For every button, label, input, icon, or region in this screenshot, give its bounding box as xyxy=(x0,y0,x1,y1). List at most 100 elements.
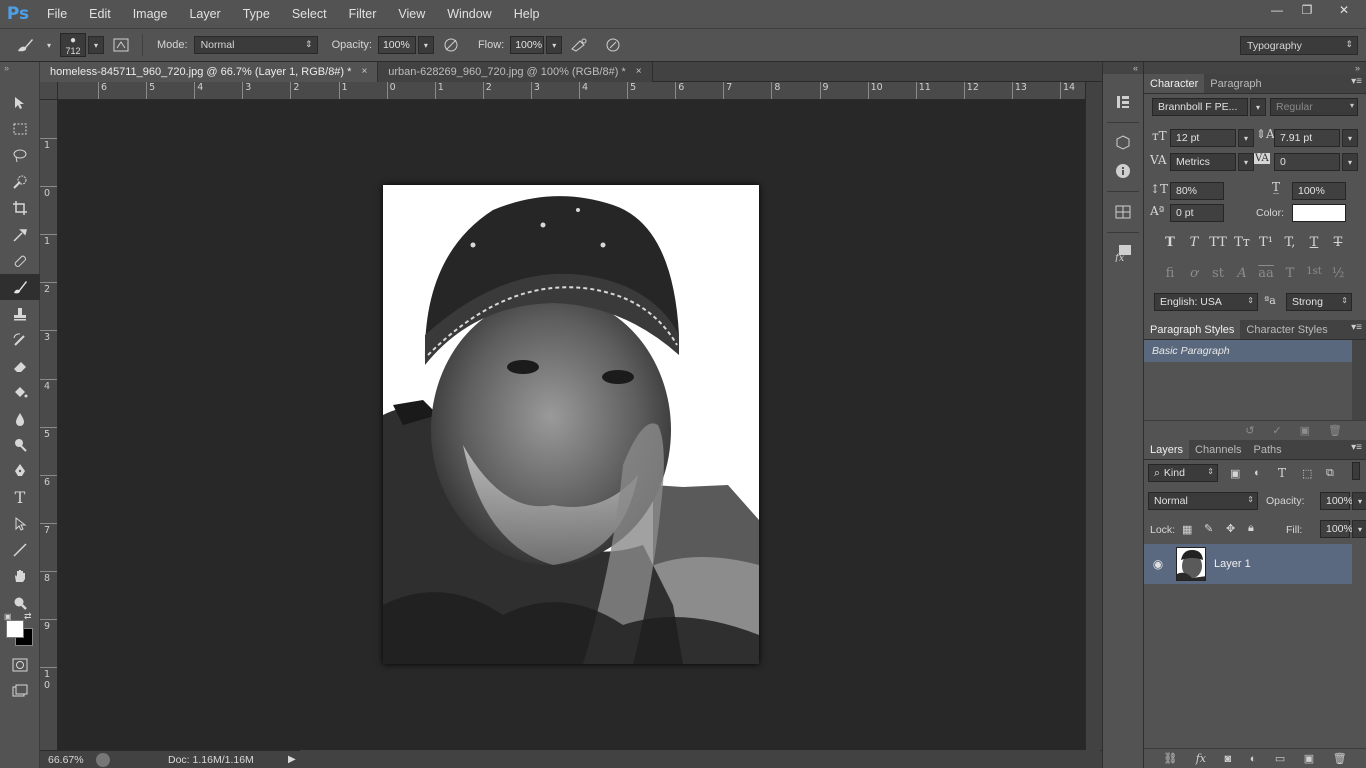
menu-layer[interactable]: Layer xyxy=(178,0,231,28)
close-tab-icon[interactable]: × xyxy=(361,62,367,82)
underline-button[interactable]: T xyxy=(1302,235,1326,250)
marquee-tool-icon[interactable] xyxy=(0,116,40,142)
status-menu-arrow-icon[interactable]: ▶ xyxy=(288,754,296,765)
history-brush-tool-icon[interactable] xyxy=(0,327,40,353)
line-tool-icon[interactable] xyxy=(0,537,40,563)
faux-italic-button[interactable]: T xyxy=(1182,235,1206,250)
vertical-scrollbar[interactable] xyxy=(1085,82,1102,750)
pen-tool-icon[interactable] xyxy=(0,458,40,484)
horizontal-scale-input[interactable]: 100% xyxy=(1292,182,1346,200)
new-style-icon[interactable]: ▣ xyxy=(1300,424,1310,437)
leading-input[interactable]: 7.91 pt xyxy=(1274,129,1340,147)
flow-dropdown[interactable]: ▾ xyxy=(546,36,563,54)
path-selection-tool-icon[interactable] xyxy=(0,511,40,537)
font-family-select[interactable]: Brannboll F PE... xyxy=(1152,98,1248,116)
ligatures-button[interactable]: fi xyxy=(1158,266,1182,281)
collapse-dock-icon[interactable]: « xyxy=(1103,62,1143,74)
layers-scrollbar[interactable] xyxy=(1352,544,1366,748)
list-item[interactable]: Basic Paragraph xyxy=(1144,340,1352,362)
new-group-icon[interactable]: ▭ xyxy=(1275,752,1285,765)
panel-menu-icon[interactable]: ▾≡ xyxy=(1351,322,1362,333)
text-color-swatch[interactable] xyxy=(1292,204,1346,222)
lock-all-icon[interactable]: 🔒︎ xyxy=(1248,522,1254,535)
flow-input[interactable]: 100% xyxy=(510,36,545,54)
menu-filter[interactable]: Filter xyxy=(338,0,388,28)
mode-select[interactable]: Normal ⇕ xyxy=(193,36,318,54)
delete-layer-icon[interactable]: 🗑 xyxy=(1333,752,1347,765)
paint-bucket-tool-icon[interactable] xyxy=(0,379,40,405)
dodge-tool-icon[interactable] xyxy=(0,432,40,458)
brush-panel-toggle-icon[interactable] xyxy=(110,34,132,56)
brush-tool-preset-icon[interactable] xyxy=(14,34,36,56)
swatches-panel-icon[interactable] xyxy=(1103,198,1143,226)
old-style-button[interactable]: ơ xyxy=(1182,266,1206,281)
filter-toggle[interactable] xyxy=(1352,462,1360,480)
font-style-select[interactable]: Regular ▾ xyxy=(1270,98,1358,116)
layer-filter-select[interactable]: ⌕ Kind ⇕ xyxy=(1148,464,1218,482)
layer-row[interactable]: ◉ Layer 1 xyxy=(1144,544,1352,584)
tracking-dropdown[interactable]: ▾ xyxy=(1342,153,1358,171)
superscript-button[interactable]: T¹ xyxy=(1254,235,1278,250)
blur-tool-icon[interactable] xyxy=(0,406,40,432)
tool-preset-dropdown[interactable]: ▾ xyxy=(44,36,54,54)
opacity-dropdown[interactable]: ▾ xyxy=(417,36,434,54)
add-mask-icon[interactable]: ◙ xyxy=(1225,753,1232,765)
visibility-eye-icon[interactable]: ◉ xyxy=(1144,557,1172,571)
fill-input[interactable]: 100% xyxy=(1320,520,1353,538)
horizontal-ruler[interactable]: 6 5 4 3 2 1 0 1 2 3 4 5 6 7 8 9 10 11 12 13 14 xyxy=(58,82,1085,100)
fill-dropdown[interactable]: ▾ xyxy=(1352,520,1366,538)
layer-name[interactable]: Layer 1 xyxy=(1214,558,1251,570)
menu-help[interactable]: Help xyxy=(503,0,551,28)
filter-shape-icon[interactable]: ⬚ xyxy=(1302,467,1312,480)
tab-channels[interactable]: Channels xyxy=(1189,440,1247,459)
titling-alternates-button[interactable]: T xyxy=(1278,266,1302,281)
pressure-size-icon[interactable] xyxy=(602,34,624,56)
history-panel-icon[interactable] xyxy=(1103,88,1143,116)
styles-panel-icon[interactable]: fx xyxy=(1103,239,1143,267)
menu-type[interactable]: Type xyxy=(232,0,281,28)
swash-button[interactable]: A xyxy=(1230,266,1254,281)
font-size-dropdown[interactable]: ▾ xyxy=(1238,129,1254,147)
filter-pixel-icon[interactable]: ▣ xyxy=(1230,467,1240,480)
quick-mask-icon[interactable] xyxy=(0,652,40,678)
lasso-tool-icon[interactable] xyxy=(0,143,40,169)
tab-paths[interactable]: Paths xyxy=(1248,440,1288,459)
eyedropper-tool-icon[interactable] xyxy=(0,221,40,247)
move-tool-icon[interactable] xyxy=(0,90,40,116)
redefine-style-icon[interactable]: ✓ xyxy=(1272,424,1281,437)
airbrush-icon[interactable] xyxy=(568,34,590,56)
all-caps-button[interactable]: TT xyxy=(1206,235,1230,250)
font-family-dropdown[interactable]: ▾ xyxy=(1250,98,1266,116)
vertical-ruler[interactable]: 101234567891 0 xyxy=(40,100,58,750)
menu-edit[interactable]: Edit xyxy=(78,0,122,28)
panel-menu-icon[interactable]: ▾≡ xyxy=(1351,442,1362,453)
discretionary-ligatures-button[interactable]: st xyxy=(1206,266,1230,281)
clear-override-icon[interactable]: ↺ xyxy=(1245,424,1254,437)
strikethrough-button[interactable]: T xyxy=(1326,235,1350,250)
adjustment-layer-icon[interactable]: ◐ xyxy=(1250,753,1257,765)
zoom-level[interactable]: 66.67% xyxy=(40,754,90,766)
blend-mode-select[interactable]: Normal ⇕ xyxy=(1148,492,1258,510)
kerning-dropdown[interactable]: ▾ xyxy=(1238,153,1254,171)
horizontal-scrollbar[interactable] xyxy=(300,750,1100,768)
font-size-input[interactable]: 12 pt xyxy=(1170,129,1236,147)
lock-transparent-icon[interactable]: ▦ xyxy=(1182,523,1192,536)
brush-size-picker[interactable]: ● 712 xyxy=(60,33,86,57)
stylistic-alternates-button[interactable]: aa xyxy=(1254,266,1278,281)
menu-window[interactable]: Window xyxy=(436,0,502,28)
collapse-panels-icon[interactable]: » xyxy=(1144,62,1366,74)
healing-brush-tool-icon[interactable] xyxy=(0,248,40,274)
document-image[interactable] xyxy=(383,185,759,664)
ruler-origin[interactable] xyxy=(40,82,58,100)
document-tab[interactable]: urban-628269_960_720.jpg @ 100% (RGB/8#)… xyxy=(378,62,653,82)
baseline-shift-input[interactable]: 0 pt xyxy=(1170,204,1224,222)
quick-selection-tool-icon[interactable] xyxy=(0,169,40,195)
tracking-input[interactable]: 0 xyxy=(1274,153,1340,171)
menu-image[interactable]: Image xyxy=(122,0,179,28)
leading-dropdown[interactable]: ▾ xyxy=(1342,129,1358,147)
subscript-button[interactable]: T, xyxy=(1278,235,1302,250)
tab-layers[interactable]: Layers xyxy=(1144,440,1190,459)
new-layer-icon[interactable]: ▣ xyxy=(1304,752,1314,765)
layer-opacity-dropdown[interactable]: ▾ xyxy=(1352,492,1366,510)
foreground-color-swatch[interactable] xyxy=(6,619,24,638)
